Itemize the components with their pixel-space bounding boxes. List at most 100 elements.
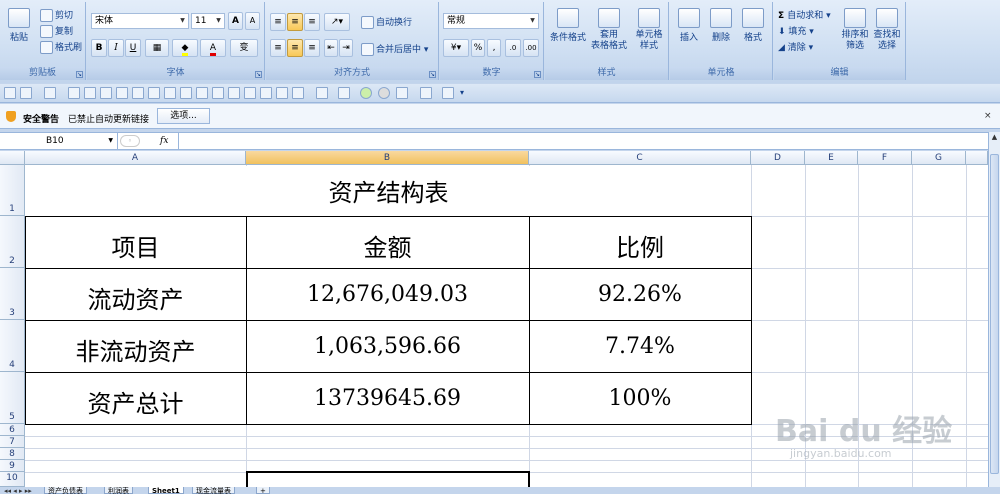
phonetic-button[interactable]: 变 [230, 39, 258, 57]
tab-nav-icon[interactable]: ◂◂ ◂ ▸ ▸▸ [4, 487, 32, 494]
row-header[interactable]: 1 [0, 165, 25, 216]
comma-button[interactable]: , [487, 39, 501, 57]
format-button[interactable]: 格式 [738, 8, 768, 43]
active-cell-b10[interactable] [246, 471, 530, 487]
cut-button[interactable]: 剪切 [40, 8, 73, 22]
table-cell[interactable]: 12,676,049.03 [246, 282, 529, 307]
chart-icon[interactable] [164, 87, 176, 99]
table-cell[interactable]: 非流动资产 [25, 332, 246, 367]
close-icon[interactable]: × [984, 111, 994, 121]
chevron-up-icon[interactable]: ▲ [990, 133, 999, 147]
column-header[interactable]: D [751, 151, 805, 165]
customize-qat-icon[interactable]: ▾ [460, 87, 472, 99]
name-box[interactable]: B10 ▼ [0, 133, 118, 149]
font-name-combo[interactable]: 宋体 ▼ [91, 13, 189, 29]
border-icon[interactable] [420, 87, 432, 99]
shrink-font-button[interactable]: A [245, 12, 260, 30]
column-header[interactable]: G [912, 151, 966, 165]
increase-decimal-button[interactable]: .0 [505, 39, 521, 57]
image-icon[interactable] [292, 87, 304, 99]
dialog-launcher-icon[interactable]: ↘ [429, 71, 436, 78]
decrease-decimal-button[interactable]: .00 [523, 39, 539, 57]
new-doc-icon[interactable] [84, 87, 96, 99]
camera-icon[interactable] [116, 87, 128, 99]
insert-button[interactable]: 插入 [674, 8, 704, 43]
align-bottom-button[interactable]: ≡ [304, 13, 320, 31]
table-cell[interactable]: 1,063,596.66 [246, 334, 529, 359]
dialog-launcher-icon[interactable]: ↘ [534, 71, 541, 78]
formula-input[interactable] [178, 133, 988, 149]
align-center-button[interactable]: ≡ [287, 39, 303, 57]
green-circle-icon[interactable] [360, 87, 372, 99]
align-top-button[interactable]: ≡ [270, 13, 286, 31]
orientation-button[interactable]: ↗▾ [324, 13, 350, 31]
delete-button[interactable]: 删除 [706, 8, 736, 43]
expand-handle-icon[interactable]: ◦ [120, 135, 140, 147]
currency-button[interactable]: ¥▾ [443, 39, 469, 57]
zoom-icon[interactable] [316, 87, 328, 99]
table-cell[interactable]: 资产总计 [25, 384, 246, 419]
vertical-scrollbar[interactable]: ▲ [988, 132, 1000, 487]
paste-button[interactable]: 粘贴 [6, 8, 32, 43]
number-format-combo[interactable]: 常规 ▼ [443, 13, 539, 29]
cell-styles-button[interactable]: 单元格 样式 [631, 8, 667, 52]
options-button[interactable]: 选项... [157, 108, 210, 124]
header-item[interactable]: 项目 [25, 228, 246, 263]
select-all-corner[interactable] [0, 151, 25, 165]
row-header[interactable]: 6 [0, 424, 25, 436]
dialog-launcher-icon[interactable]: ↘ [76, 71, 83, 78]
tab-cashflow[interactable]: 现金流量表 [192, 487, 235, 494]
row-header[interactable]: 5 [0, 372, 25, 424]
insert-function-button[interactable]: fx [160, 133, 178, 149]
table-cell[interactable]: 流动资产 [25, 280, 246, 315]
table-cell[interactable]: 7.74% [529, 334, 751, 359]
table-cell[interactable]: 100% [529, 386, 751, 411]
new-sheet-icon[interactable]: + [256, 487, 270, 494]
header-ratio[interactable]: 比例 [529, 228, 751, 263]
autosum-button[interactable]: Σ 自动求和 ▾ [778, 8, 831, 21]
redo-icon[interactable] [44, 87, 56, 99]
bold-button[interactable]: B [91, 39, 107, 57]
align-left-button[interactable]: ≡ [270, 39, 286, 57]
table-icon[interactable] [180, 87, 192, 99]
conditional-format-button[interactable]: 条件格式 [548, 8, 588, 43]
find-select-button[interactable]: 查找和 选择 [872, 8, 902, 52]
row-header[interactable]: 3 [0, 268, 25, 320]
clear-button[interactable]: ◢ 清除 ▾ [778, 40, 813, 53]
row-header[interactable]: 8 [0, 448, 25, 460]
fill-button[interactable]: ⬇ 填充 ▾ [778, 24, 814, 37]
fill-color-icon[interactable] [396, 87, 408, 99]
column-header[interactable]: B [246, 151, 529, 165]
align-right-button[interactable]: ≡ [304, 39, 320, 57]
save-icon[interactable] [4, 87, 16, 99]
dialog-launcher-icon[interactable]: ↘ [255, 71, 262, 78]
column-header[interactable] [966, 151, 988, 165]
check-icon[interactable] [244, 87, 256, 99]
filter-icon[interactable] [260, 87, 272, 99]
decrease-indent-button[interactable]: ⇤ [324, 39, 338, 57]
fill-color-button[interactable]: ◆ [172, 39, 198, 57]
gray-circle-icon[interactable] [378, 87, 390, 99]
column-header[interactable]: C [529, 151, 751, 165]
copy-button[interactable]: 复制 [40, 24, 73, 38]
column-header[interactable]: F [858, 151, 912, 165]
tab-income[interactable]: 利润表 [104, 487, 133, 494]
table-cell[interactable]: 13739645.69 [246, 386, 529, 411]
row-header[interactable]: 4 [0, 320, 25, 372]
format-painter-button[interactable]: 格式刷 [40, 40, 82, 54]
row-header[interactable]: 7 [0, 436, 25, 448]
grow-font-button[interactable]: A [228, 12, 243, 30]
tab-sheet1[interactable]: Sheet1 [148, 487, 184, 494]
open-icon[interactable] [100, 87, 112, 99]
tab-balance-sheet[interactable]: 资产负债表 [44, 487, 87, 494]
font-size-combo[interactable]: 11 ▼ [191, 13, 225, 29]
wrap-text-button[interactable]: 自动换行 [361, 15, 412, 29]
table-cell[interactable]: 92.26% [529, 282, 751, 307]
row-header[interactable]: 9 [0, 460, 25, 472]
align-middle-button[interactable]: ≡ [287, 13, 303, 31]
grid-icon[interactable] [148, 87, 160, 99]
print-preview-icon[interactable] [68, 87, 80, 99]
row-header[interactable]: 10 [0, 472, 25, 487]
column-header[interactable]: A [25, 151, 246, 165]
sort-filter-button[interactable]: 排序和 筛选 [840, 8, 870, 52]
